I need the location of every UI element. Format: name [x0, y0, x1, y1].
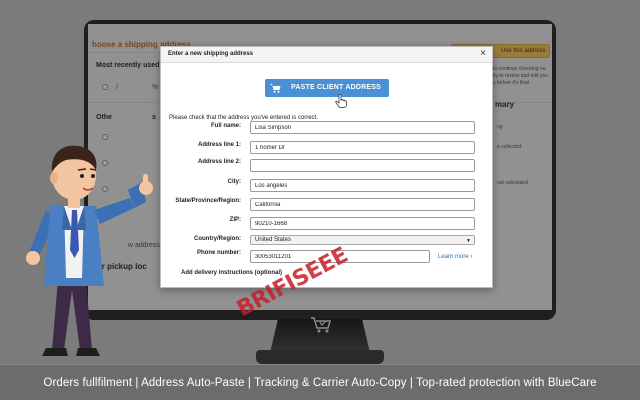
- country-select[interactable]: United States ▼: [250, 235, 475, 245]
- address-line-2-label: Address line 2:: [197, 159, 241, 165]
- full-name-field[interactable]: [250, 121, 475, 134]
- country-value: United States: [255, 237, 292, 243]
- address-line-1-label: Address line 1:: [197, 142, 241, 148]
- address-line-2-field[interactable]: [250, 159, 475, 172]
- cart-icon: [270, 84, 281, 93]
- hand-cursor-icon: [335, 94, 347, 108]
- footer-text: Orders fullfilment | Address Auto-Paste …: [43, 377, 597, 389]
- cart-logo-icon: [311, 317, 331, 333]
- close-icon[interactable]: ×: [480, 49, 486, 59]
- learn-more-link[interactable]: Learn more ›: [438, 254, 472, 260]
- address-line-1-field[interactable]: [250, 141, 475, 154]
- modal-header: Enter a new shipping address ×: [161, 47, 492, 63]
- monitor-base: [256, 350, 384, 364]
- zip-field[interactable]: [250, 217, 475, 230]
- country-label: Country/Region:: [194, 236, 241, 242]
- city-label: City:: [227, 179, 241, 185]
- city-field[interactable]: [250, 179, 475, 192]
- state-field[interactable]: [250, 198, 475, 211]
- paste-client-address-button[interactable]: PASTE CLIENT ADDRESS: [265, 79, 389, 97]
- businessman-illustration: [26, 145, 153, 356]
- paste-button-label: PASTE CLIENT ADDRESS: [291, 84, 381, 91]
- caret-down-icon: ▼: [466, 238, 471, 244]
- footer-banner: Orders fullfilment | Address Auto-Paste …: [0, 364, 640, 400]
- delivery-instructions-link[interactable]: Add delivery instructions (optional): [181, 270, 282, 276]
- modal-title: Enter a new shipping address: [168, 51, 254, 57]
- phone-label: Phone number:: [196, 250, 241, 256]
- state-label: State/Province/Region:: [175, 198, 241, 204]
- full-name-label: Full name:: [210, 123, 241, 129]
- zip-label: ZIP:: [229, 217, 241, 223]
